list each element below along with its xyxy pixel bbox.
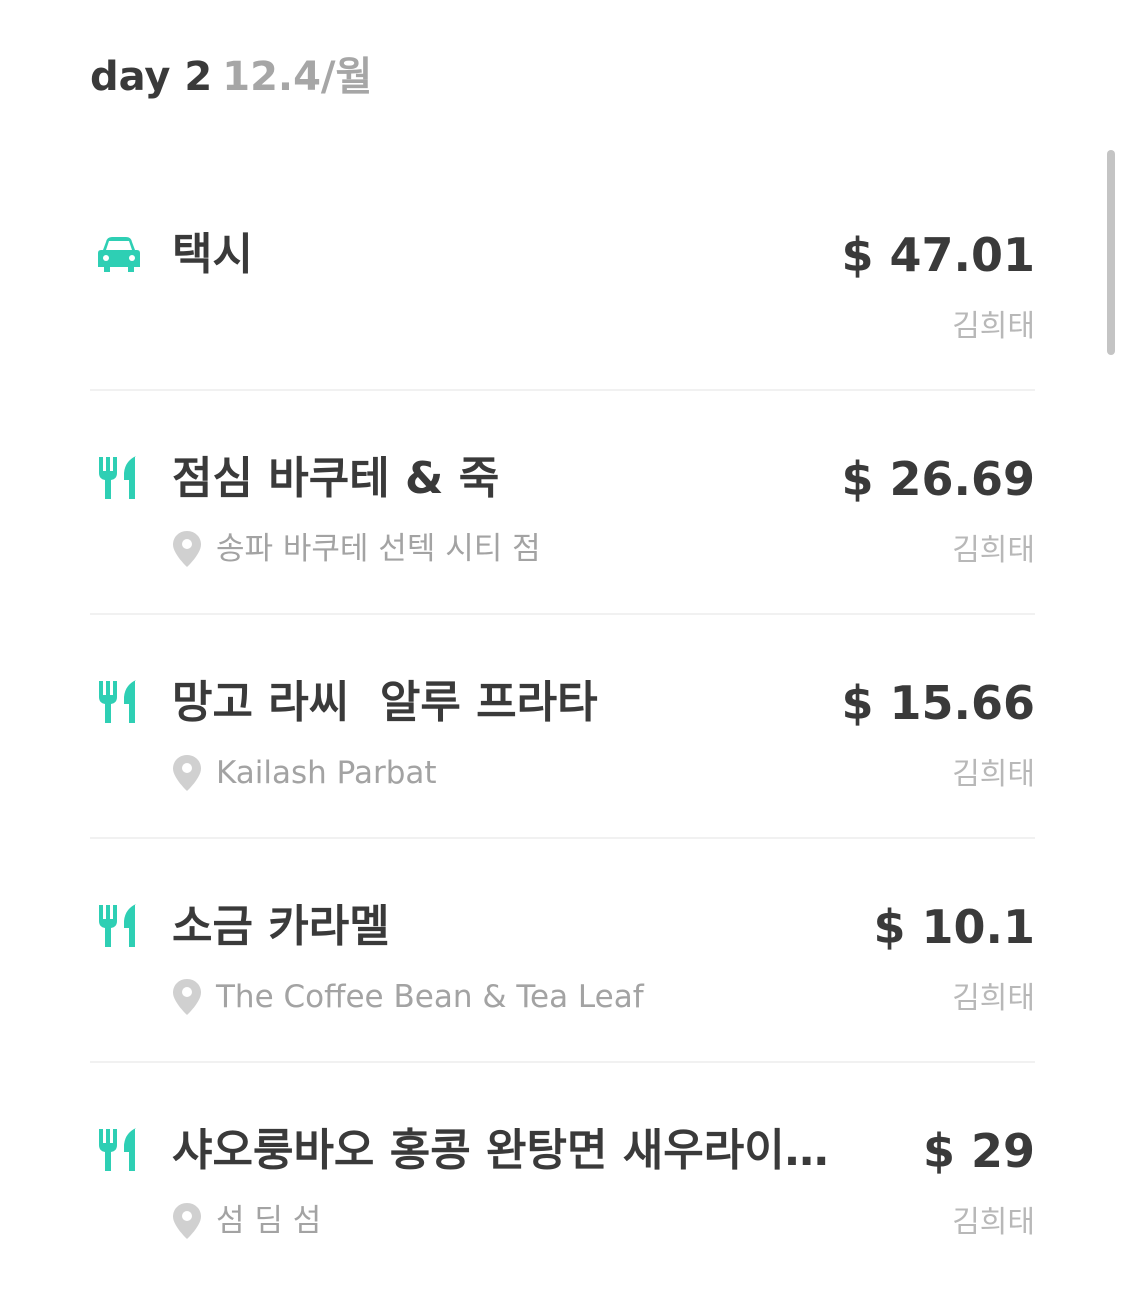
- car-icon: [98, 237, 140, 272]
- day-label: day 2: [90, 54, 213, 100]
- expense-item[interactable]: 샤오룽바오 홍콩 완탕면 새우라이… $ 29 섬 딤 섬 김희태: [90, 1063, 1035, 1287]
- expense-place: 섬 딤 섬: [172, 1201, 321, 1241]
- expense-amount: $ 47.01: [841, 228, 1035, 282]
- fork-knife-icon: [99, 1128, 136, 1171]
- day-date: 12.4/월: [222, 54, 373, 100]
- place-name: 송파 바쿠테 선텍 시티 점: [216, 531, 541, 567]
- expense-payer: 김희태: [952, 981, 1035, 1016]
- expense-amount: $ 26.69: [841, 452, 1035, 506]
- expense-amount: $ 15.66: [841, 676, 1035, 730]
- expense-list: 택시 $ 47.01 김희태 점심 바쿠테 & 죽 $ 26.69 송파 바쿠테…: [90, 167, 1035, 1287]
- expense-item[interactable]: 소금 카라멜 $ 10.1 The Coffee Bean & Tea Leaf…: [90, 839, 1035, 1063]
- day-header: day 2 12.4/월: [90, 44, 372, 102]
- expense-item-taxi[interactable]: 택시 $ 47.01 김희태: [90, 167, 1035, 391]
- location-pin-icon: [173, 755, 201, 791]
- expense-title: 택시: [172, 229, 253, 280]
- expense-payer: 김희태: [952, 309, 1035, 344]
- expense-amount: $ 29: [922, 1124, 1035, 1178]
- place-name: The Coffee Bean & Tea Leaf: [216, 979, 644, 1015]
- expense-title: 샤오룽바오 홍콩 완탕면 새우라이…: [172, 1125, 829, 1176]
- location-pin-icon: [173, 979, 201, 1015]
- expense-payer: 김희태: [952, 1205, 1035, 1240]
- fork-knife-icon: [99, 456, 136, 499]
- fork-knife-icon: [99, 904, 136, 947]
- location-pin-icon: [173, 531, 201, 567]
- scrollbar[interactable]: [1107, 150, 1115, 355]
- expense-item[interactable]: 점심 바쿠테 & 죽 $ 26.69 송파 바쿠테 선텍 시티 점 김희태: [90, 391, 1035, 615]
- place-name: 섬 딤 섬: [216, 1203, 322, 1239]
- place-name: Kailash Parbat: [216, 755, 437, 791]
- fork-knife-icon: [99, 680, 136, 723]
- expense-title: 점심 바쿠테 & 죽: [172, 453, 500, 504]
- location-pin-icon: [173, 1203, 201, 1239]
- expense-place: Kailash Parbat: [172, 753, 437, 793]
- expense-payer: 김희태: [952, 757, 1035, 792]
- expense-payer: 김희태: [952, 533, 1035, 568]
- expense-title: 소금 카라멜: [172, 901, 390, 952]
- expense-place: 송파 바쿠테 선텍 시티 점: [172, 529, 541, 569]
- expense-item[interactable]: 망고 라씨 알루 프라타 $ 15.66 Kailash Parbat 김희태: [90, 615, 1035, 839]
- expense-amount: $ 10.1: [873, 900, 1035, 954]
- expense-place: The Coffee Bean & Tea Leaf: [172, 977, 644, 1017]
- expense-title: 망고 라씨 알루 프라타: [172, 677, 598, 728]
